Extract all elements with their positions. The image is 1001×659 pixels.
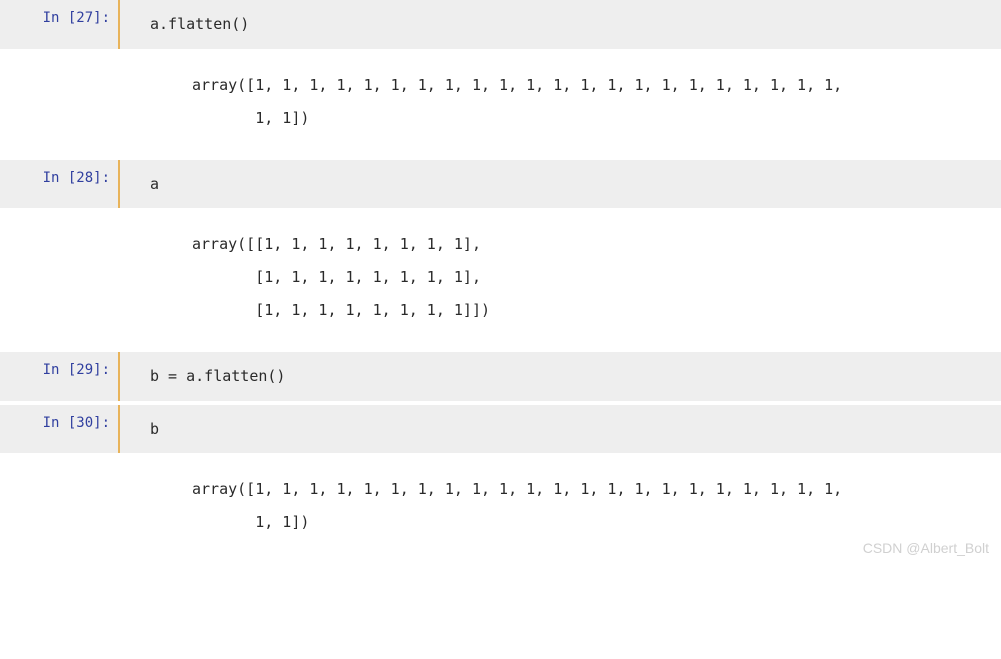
code-input[interactable]: a.flatten() — [150, 0, 1001, 49]
output-spacer — [0, 453, 120, 564]
output-spacer — [0, 208, 120, 352]
watermark-text: CSDN @Albert_Bolt — [863, 540, 989, 556]
cell-divider — [118, 352, 120, 401]
cell-divider — [118, 405, 120, 454]
output-cell: array([1, 1, 1, 1, 1, 1, 1, 1, 1, 1, 1, … — [0, 453, 1001, 564]
notebook-container: In [27]:a.flatten()array([1, 1, 1, 1, 1,… — [0, 0, 1001, 564]
code-input[interactable]: b = a.flatten() — [150, 352, 1001, 401]
input-prompt: In [29]: — [0, 352, 118, 401]
input-cell: In [30]: b — [0, 405, 1001, 454]
input-cell: In [27]: a.flatten() — [0, 0, 1001, 49]
input-prompt: In [30]: — [0, 405, 118, 454]
cell-divider — [118, 0, 120, 49]
code-input[interactable]: b — [150, 405, 1001, 454]
input-cell: In [29]: b = a.flatten() — [0, 352, 1001, 401]
output-cell: array([1, 1, 1, 1, 1, 1, 1, 1, 1, 1, 1, … — [0, 49, 1001, 160]
input-prompt: In [27]: — [0, 0, 118, 49]
input-prompt: In [28]: — [0, 160, 118, 209]
cell-divider — [118, 160, 120, 209]
output-text: array([[1, 1, 1, 1, 1, 1, 1, 1], [1, 1, … — [150, 208, 1001, 352]
output-cell: array([[1, 1, 1, 1, 1, 1, 1, 1], [1, 1, … — [0, 208, 1001, 352]
code-input[interactable]: a — [150, 160, 1001, 209]
output-text: array([1, 1, 1, 1, 1, 1, 1, 1, 1, 1, 1, … — [150, 49, 1001, 160]
output-spacer — [0, 49, 120, 160]
input-cell: In [28]: a — [0, 160, 1001, 209]
